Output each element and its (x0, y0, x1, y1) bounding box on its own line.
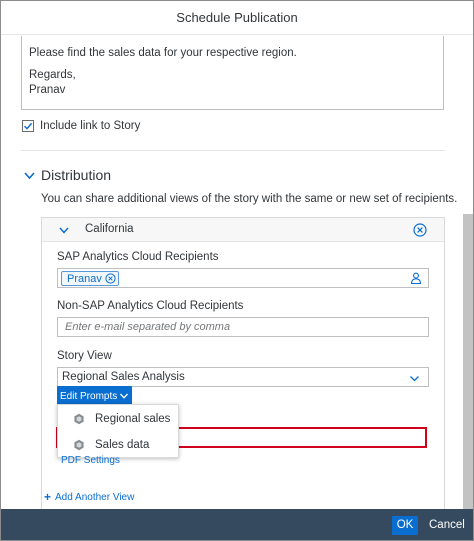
view-region-name: California (85, 223, 134, 235)
scrollbar-thumb[interactable] (463, 214, 473, 509)
include-link-checkbox[interactable] (22, 120, 34, 132)
view-panel-header[interactable]: California (42, 218, 444, 242)
distribution-title: Distribution (41, 167, 112, 183)
story-view-label: Story View (57, 350, 112, 362)
edit-prompts-dropdown[interactable] (116, 386, 132, 406)
non-sac-recipients-label: Non-SAP Analytics Cloud Recipients (57, 300, 244, 312)
message-line: Please find the sales data for your resp… (29, 47, 297, 59)
dialog-content: Please find the sales data for your resp… (1, 36, 473, 509)
include-link-row[interactable]: Include link to Story (22, 119, 140, 133)
story-view-select[interactable]: Regional Sales Analysis (57, 367, 429, 387)
chevron-down-icon (24, 171, 35, 179)
remove-token-icon[interactable] (105, 273, 116, 284)
edit-prompts-label: Edit Prompts (60, 390, 118, 402)
chevron-down-icon (120, 393, 128, 399)
chevron-down-icon[interactable] (58, 224, 70, 236)
dialog-title: Schedule Publication (1, 1, 473, 35)
pdf-settings-link[interactable]: PDF Settings (61, 455, 120, 466)
ok-button[interactable]: OK (392, 516, 418, 535)
recipient-token[interactable]: Pranav (61, 271, 119, 286)
distribution-description: You can share additional views of the st… (41, 193, 458, 205)
message-line: Regards, (29, 69, 76, 81)
non-sac-placeholder: Enter e-mail separated by comma (65, 321, 231, 333)
add-another-view-link[interactable]: + Add Another View (44, 490, 134, 504)
schedule-publication-dialog: Schedule Publication Please find the sal… (0, 0, 474, 541)
edit-prompts-button[interactable]: Edit Prompts (57, 386, 132, 406)
model-icon (74, 439, 84, 451)
recipient-token-label: Pranav (67, 272, 102, 285)
dialog-footer: OK Cancel (1, 509, 473, 540)
section-divider (21, 150, 445, 151)
person-icon[interactable] (410, 272, 422, 284)
prompt-menu-item-label: Sales data (95, 439, 150, 451)
sac-recipients-input[interactable]: Pranav (57, 268, 429, 288)
message-textarea[interactable]: Please find the sales data for your resp… (21, 36, 444, 110)
non-sac-recipients-input[interactable]: Enter e-mail separated by comma (57, 317, 429, 337)
model-icon (74, 413, 84, 425)
remove-view-icon[interactable] (413, 223, 427, 237)
add-another-view-label: Add Another View (55, 491, 135, 503)
prompt-menu-item-regional-sales[interactable]: Regional sales (58, 406, 178, 432)
distribution-header[interactable]: Distribution (23, 167, 111, 183)
sac-recipients-label: SAP Analytics Cloud Recipients (57, 251, 219, 263)
prompts-menu: Regional sales Sales data (57, 404, 179, 458)
plus-icon: + (44, 490, 52, 504)
chevron-down-icon[interactable] (409, 373, 420, 384)
cancel-button[interactable]: Cancel (429, 516, 465, 535)
prompt-menu-item-label: Regional sales (95, 413, 171, 425)
include-link-label: Include link to Story (40, 120, 141, 132)
story-view-value: Regional Sales Analysis (62, 371, 185, 383)
checkmark-icon (24, 122, 33, 130)
message-line: Pranav (29, 84, 66, 96)
